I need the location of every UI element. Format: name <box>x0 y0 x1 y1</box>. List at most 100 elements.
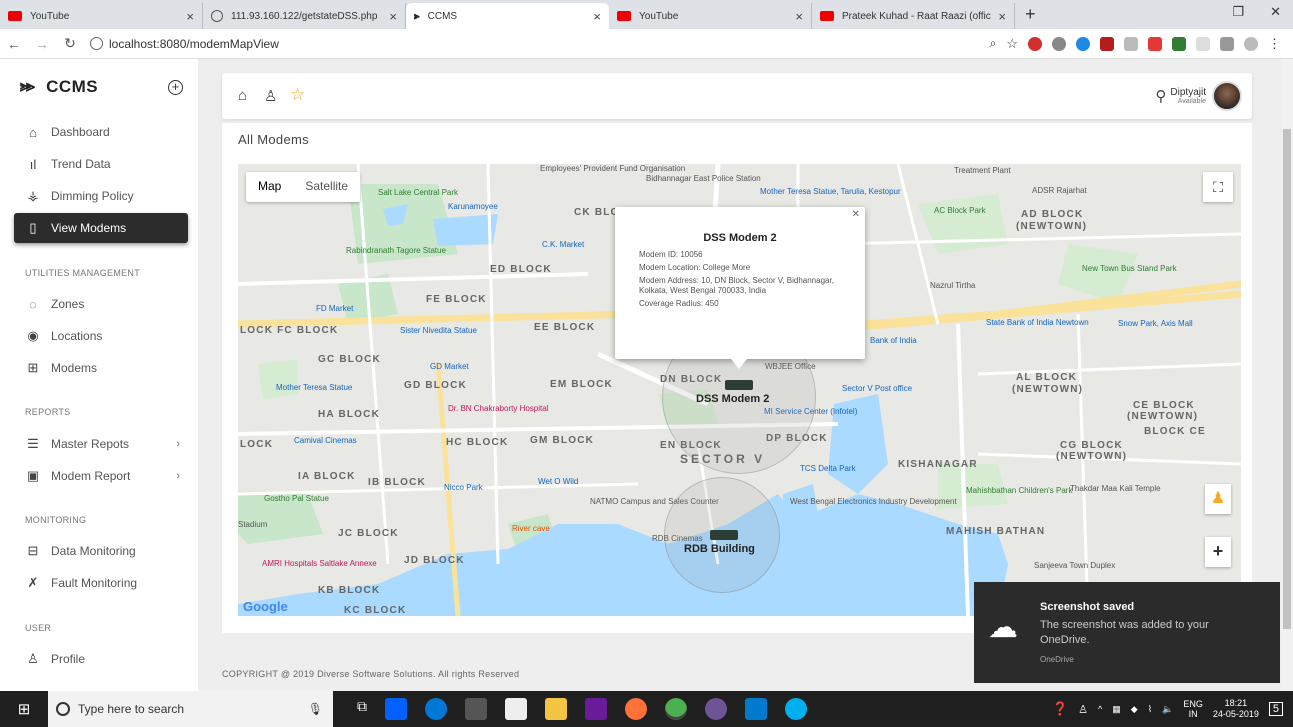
map-poi[interactable]: Gostho Pal Statue <box>264 494 329 503</box>
map-poi[interactable]: Camival Cinemas <box>294 436 357 445</box>
extension-icon[interactable] <box>1148 36 1162 51</box>
map-poi[interactable]: Nicco Park <box>444 483 483 492</box>
onedrive-toast[interactable]: ☁ Screenshot saved The screenshot was ad… <box>974 582 1280 683</box>
profile-icon[interactable] <box>1244 36 1258 51</box>
network-icon[interactable]: ⌇ <box>1148 704 1152 715</box>
firefox-icon[interactable] <box>625 698 647 720</box>
opera-extension-icon[interactable] <box>1028 36 1042 51</box>
add-circle-icon[interactable]: + <box>168 80 183 95</box>
extension-icon[interactable] <box>1052 36 1066 51</box>
map-poi[interactable]: Stadium <box>238 520 267 529</box>
map-poi[interactable]: FD Market <box>316 304 353 313</box>
close-tab-icon[interactable]: × <box>593 9 601 24</box>
modem-marker-icon[interactable] <box>725 380 753 390</box>
map-poi[interactable]: Rabindranath Tagore Statue <box>346 246 446 255</box>
map-poi[interactable]: Thakdar Maa Kali Temple <box>1070 484 1161 493</box>
map-type-map-button[interactable]: Map <box>246 172 293 202</box>
map-poi[interactable]: AMRI Hospitals Saltlake Annexe <box>262 559 377 568</box>
windows-start-icon[interactable]: ⊞ <box>0 700 48 718</box>
vscode-icon[interactable] <box>745 698 767 720</box>
reload-icon[interactable]: ↻ <box>56 35 84 52</box>
bookmark-star-icon[interactable]: ☆ <box>1006 36 1018 52</box>
map[interactable]: Map Satellite ⛶ ♟ + Google ED BLOCK FE B… <box>238 164 1241 616</box>
close-tab-icon[interactable]: × <box>795 9 803 24</box>
edge-icon[interactable] <box>425 698 447 720</box>
tray-app-icon[interactable]: ▦ <box>1112 704 1121 715</box>
marker-label[interactable]: DSS Modem 2 <box>696 393 769 405</box>
map-poi[interactable]: ADSR Rajarhat <box>1032 186 1087 195</box>
zoom-icon[interactable]: ⌕ <box>990 36 997 51</box>
map-poi[interactable]: Employees' Provident Fund Organisation <box>540 164 685 173</box>
close-tab-icon[interactable]: × <box>998 9 1006 24</box>
file-explorer-icon[interactable] <box>545 698 567 720</box>
extension-icon[interactable] <box>1100 36 1114 51</box>
search-icon[interactable]: ⚲ <box>1155 87 1166 105</box>
sidebar-item-profile[interactable]: ♙ Profile <box>14 644 188 674</box>
sidebar-item-trend-data[interactable]: ıl Trend Data <box>14 149 188 179</box>
dropbox-icon[interactable] <box>385 698 407 720</box>
back-arrow-icon[interactable]: ← <box>0 36 28 52</box>
forward-arrow-icon[interactable]: → <box>28 36 56 52</box>
map-poi[interactable]: Bidhannagar East Police Station <box>646 174 761 183</box>
map-poi[interactable]: Sanjeeva Town Duplex <box>1034 561 1115 570</box>
map-poi[interactable]: Salt Lake Central Park <box>378 188 458 197</box>
chrome-icon[interactable] <box>665 698 687 720</box>
language-indicator[interactable]: ENG IN <box>1183 699 1203 719</box>
browser-tab[interactable]: YouTube × <box>609 3 812 29</box>
close-tab-icon[interactable]: × <box>186 9 194 24</box>
sidebar-item-view-modems[interactable]: ▯ View Modems <box>14 213 188 243</box>
close-window-icon[interactable]: ✕ <box>1270 4 1281 20</box>
map-poi[interactable]: Mahishbathan Children's Park <box>966 486 1072 495</box>
avatar[interactable] <box>1212 81 1242 111</box>
map-poi[interactable]: Treatment Plant <box>954 166 1011 175</box>
microphone-icon[interactable]: 🎙 <box>308 702 323 716</box>
url-field[interactable]: localhost:8080/modemMapView <box>90 37 990 51</box>
fullscreen-icon[interactable]: ⛶ <box>1203 172 1233 202</box>
map-type-satellite-button[interactable]: Satellite <box>293 172 360 202</box>
map-poi[interactable]: West Bengal Electronics Industry Develop… <box>790 497 957 506</box>
menu-dots-icon[interactable]: ⋮ <box>1268 36 1281 52</box>
help-icon[interactable]: ❓ <box>1052 701 1068 717</box>
map-poi[interactable]: Snow Park, Axis Mall <box>1118 319 1193 328</box>
browser-tab-active[interactable]: ⫸ CCMS × <box>406 3 609 29</box>
marker-label[interactable]: RDB Building <box>684 543 755 555</box>
mail-icon[interactable] <box>505 698 527 720</box>
map-poi[interactable]: Mother Teresa Statue <box>276 383 352 392</box>
extension-icon[interactable] <box>1172 36 1186 51</box>
brand[interactable]: ⪢⪢ CCMS <box>20 77 98 97</box>
sidebar-item-fault-monitoring[interactable]: ✗ Fault Monitoring <box>14 568 188 598</box>
map-poi[interactable]: Mother Teresa Statue, Tarulia, Kestopur <box>760 187 901 196</box>
map-poi[interactable]: C.K. Market <box>542 240 584 249</box>
chevron-up-icon[interactable]: ^ <box>1098 704 1102 714</box>
dropbox-tray-icon[interactable]: ◆ <box>1131 704 1138 715</box>
extension-icon[interactable] <box>1124 36 1138 51</box>
home-icon[interactable]: ⌂ <box>238 87 247 104</box>
sidebar-item-data-monitoring[interactable]: ⊟ Data Monitoring <box>14 536 188 566</box>
volume-icon[interactable]: 🔈 <box>1162 704 1173 715</box>
photos-icon[interactable] <box>585 698 607 720</box>
people-icon[interactable]: ♙ <box>1078 703 1088 716</box>
store-icon[interactable] <box>465 698 487 720</box>
sidebar-item-dashboard[interactable]: ⌂ Dashboard <box>14 117 188 147</box>
notification-icon[interactable]: 5 <box>1268 702 1283 716</box>
restore-window-icon[interactable]: ❐ <box>1232 4 1244 20</box>
map-poi[interactable]: River cave <box>512 524 550 533</box>
extension-icon[interactable] <box>1196 36 1210 51</box>
map-poi[interactable]: State Bank of India Newtown <box>986 318 1089 327</box>
sidebar-item-zones[interactable]: ◌ Zones <box>14 289 188 319</box>
map-poi[interactable]: TCS Delta Park <box>800 464 856 473</box>
sidebar-item-modem-report[interactable]: ▣ Modem Report › <box>14 461 188 491</box>
pegman-icon[interactable]: ♟ <box>1205 484 1231 514</box>
browser-tab[interactable]: 111.93.160.122/getstateDSS.php × <box>203 3 406 29</box>
extension-icon[interactable] <box>1076 36 1090 51</box>
github-icon[interactable] <box>705 698 727 720</box>
user-menu[interactable]: ⚲ Diptyajit Available <box>1155 81 1242 111</box>
map-poi[interactable]: GD Market <box>430 362 469 371</box>
star-icon[interactable]: ☆ <box>290 85 305 105</box>
map-poi[interactable]: Sector V Post office <box>842 384 912 393</box>
map-poi[interactable]: Bank of India <box>870 336 917 345</box>
info-icon[interactable] <box>90 37 103 50</box>
map-poi[interactable]: Sister Nivedita Statue <box>400 326 477 335</box>
scrollbar-thumb[interactable] <box>1283 129 1291 629</box>
browser-tab[interactable]: Prateek Kuhad - Raat Raazi (offic × <box>812 3 1015 29</box>
